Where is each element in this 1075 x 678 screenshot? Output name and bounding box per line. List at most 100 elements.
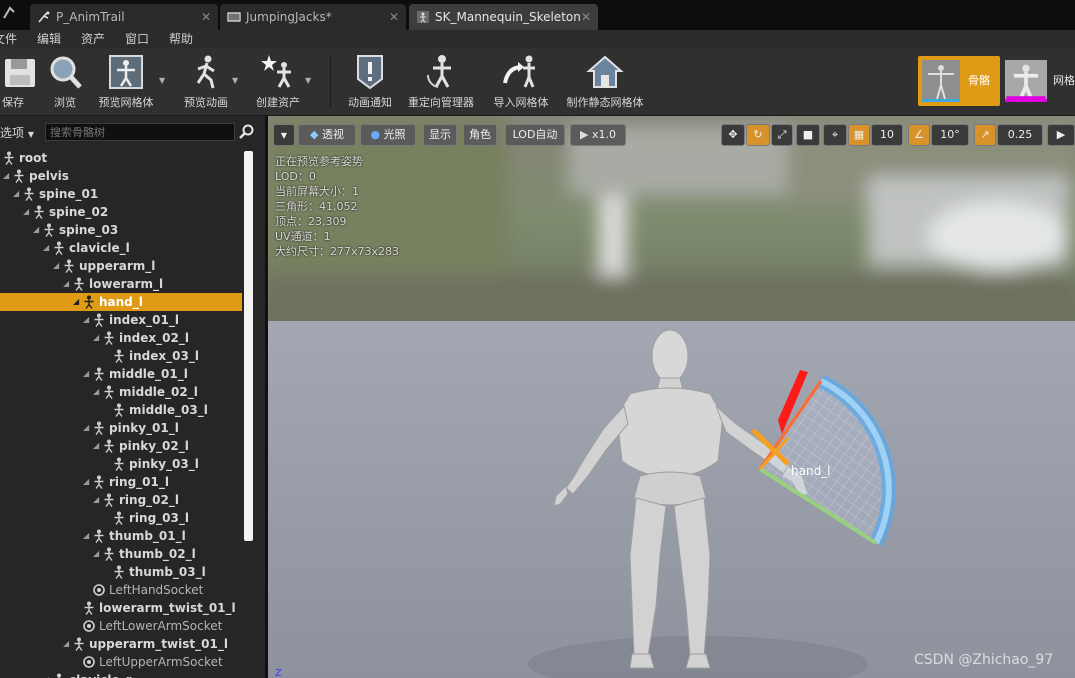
scale-snap-toggle[interactable]: ↗ (974, 124, 996, 146)
bone-tree-row[interactable]: ◢ upperarm_l (0, 257, 242, 275)
bone-tree-row[interactable]: ◢ spine_01 (0, 185, 242, 203)
expand-arrow-icon[interactable]: ◢ (63, 635, 69, 653)
save-button[interactable]: 保存 (0, 48, 36, 115)
create-asset-button[interactable]: 创建资产 (250, 48, 306, 115)
bone-tree-row[interactable]: ◢ pelvis (0, 167, 242, 185)
expand-arrow-icon[interactable]: ◢ (83, 365, 89, 383)
expand-arrow-icon[interactable]: ◢ (93, 491, 99, 509)
bone-tree-row[interactable]: ◢ index_01_l (0, 311, 242, 329)
perspective-button[interactable]: ◆ 透视 (298, 124, 356, 146)
bone-tree-row[interactable]: ◢ upperarm_twist_01_l (0, 635, 242, 653)
expand-arrow-icon[interactable]: ◢ (23, 203, 29, 221)
expand-arrow-icon[interactable]: ◢ (13, 185, 19, 203)
mode-mesh-button[interactable]: 网格 (1003, 56, 1075, 106)
bone-tree-row[interactable]: root (0, 149, 242, 167)
bone-tree-row[interactable]: ◢ thumb_02_l (0, 545, 242, 563)
close-icon[interactable]: ✕ (389, 4, 399, 30)
bone-tree-row[interactable]: ◢ lowerarm_l (0, 275, 242, 293)
bone-tree-row[interactable]: ◢ middle_02_l (0, 383, 242, 401)
close-icon[interactable]: ✕ (581, 4, 591, 30)
search-icon[interactable] (239, 124, 255, 140)
menu-help[interactable]: 帮助 (169, 30, 193, 48)
scale-snap-value[interactable]: 0.25 (997, 124, 1043, 146)
bone-tree-row[interactable]: ◢ ring_01_l (0, 473, 242, 491)
bone-tree-row[interactable]: lowerarm_twist_01_l (0, 599, 242, 617)
bone-tree-row[interactable]: middle_03_l (0, 401, 242, 419)
browse-button[interactable]: 浏览 (43, 48, 87, 115)
bone-tree-row[interactable]: pinky_03_l (0, 455, 242, 473)
search-bone-tree-input[interactable] (45, 123, 235, 141)
expand-arrow-icon[interactable]: ◢ (53, 257, 59, 275)
bone-tree-row[interactable]: ring_03_l (0, 509, 242, 527)
rotation-snap-toggle[interactable]: ∠ (908, 124, 930, 146)
tab-sk-mannequin-skeleton[interactable]: SK_Mannequin_Skeleton ✕ (409, 4, 598, 30)
menu-asset[interactable]: 资产 (81, 30, 105, 48)
character-button[interactable]: 角色 (463, 124, 497, 146)
close-icon[interactable]: ✕ (201, 4, 211, 30)
menu-edit[interactable]: 编辑 (37, 30, 61, 48)
lod-auto-button[interactable]: LOD自动 (505, 124, 565, 146)
chevron-down-icon[interactable]: ▼ (305, 76, 311, 85)
expand-arrow-icon[interactable]: ◢ (73, 293, 79, 311)
viewport[interactable]: Z ▼ ◆ 透视 ● 光照 显示 角色 LOD自动 ▶ x1.0 ✥ ↻ ⤢ ■… (268, 116, 1075, 678)
bone-tree-row[interactable]: ◢ index_02_l (0, 329, 242, 347)
playback-speed-button[interactable]: ▶ x1.0 (570, 124, 626, 146)
bone-tree-row[interactable]: ◢ pinky_02_l (0, 437, 242, 455)
bone-tree-row[interactable]: ◢ ring_02_l (0, 491, 242, 509)
expand-arrow-icon[interactable]: ◢ (93, 545, 99, 563)
grid-snap-toggle[interactable]: ▦ (848, 124, 870, 146)
bone-tree-row[interactable]: index_03_l (0, 347, 242, 365)
expand-arrow-icon[interactable]: ◢ (83, 527, 89, 545)
expand-arrow-icon[interactable]: ◢ (3, 167, 9, 185)
chevron-down-icon[interactable]: ▼ (159, 76, 165, 85)
expand-arrow-icon[interactable]: ◢ (43, 671, 49, 678)
camera-speed-button[interactable]: ▶ (1047, 124, 1075, 146)
expand-arrow-icon[interactable]: ◢ (43, 239, 49, 257)
local-world-toggle[interactable]: ■ (796, 124, 820, 146)
bone-tree-row[interactable]: ◢ hand_l (0, 293, 242, 311)
preview-animation-button[interactable]: 预览动画 (178, 48, 234, 115)
bone-tree-row[interactable]: ◢ thumb_01_l (0, 527, 242, 545)
expand-arrow-icon[interactable]: ◢ (93, 437, 99, 455)
make-static-mesh-button[interactable]: 制作静态网格体 (562, 48, 648, 115)
scale-tool-button[interactable]: ⤢ (771, 124, 793, 146)
bone-tree-row[interactable]: ◢ clavicle_l (0, 239, 242, 257)
grid-snap-value[interactable]: 10 (871, 124, 903, 146)
lit-button[interactable]: ● 光照 (360, 124, 416, 146)
tab-jumpingjacks[interactable]: JumpingJacks* ✕ (220, 4, 406, 30)
bone-tree-row[interactable]: ◢ pinky_01_l (0, 419, 242, 437)
preview-mesh-button[interactable]: 预览网格体 (94, 48, 158, 115)
scrollbar-thumb[interactable] (244, 151, 253, 541)
viewport-options-dropdown[interactable]: ▼ (273, 124, 295, 146)
socket-tree-row[interactable]: LeftHandSocket (0, 581, 242, 599)
menu-file[interactable]: 文件 (0, 30, 17, 48)
expand-arrow-icon[interactable]: ◢ (63, 275, 69, 293)
bone-tree-row[interactable]: ◢ spine_02 (0, 203, 242, 221)
bone-tree-row[interactable]: thumb_03_l (0, 563, 242, 581)
rotate-tool-button[interactable]: ↻ (746, 124, 770, 146)
menu-window[interactable]: 窗口 (125, 30, 149, 48)
expand-arrow-icon[interactable]: ◢ (93, 383, 99, 401)
socket-tree-row[interactable]: LeftLowerArmSocket (0, 617, 242, 635)
expand-arrow-icon[interactable]: ◢ (83, 311, 89, 329)
options-dropdown[interactable]: 选项 ▼ (0, 124, 34, 141)
chevron-down-icon[interactable]: ▼ (232, 76, 238, 85)
import-mesh-button[interactable]: 导入网格体 (489, 48, 553, 115)
translate-tool-button[interactable]: ✥ (721, 124, 745, 146)
bone-tree-row[interactable]: ◢ spine_03 (0, 221, 242, 239)
anim-notify-button[interactable]: 动画通知 (342, 48, 398, 115)
expand-arrow-icon[interactable]: ◢ (93, 329, 99, 347)
show-button[interactable]: 显示 (423, 124, 457, 146)
mode-skeleton-button[interactable]: 骨骼 (918, 56, 1000, 106)
bone-tree-row[interactable]: ◢ clavicle_r (0, 671, 242, 678)
expand-arrow-icon[interactable]: ◢ (83, 419, 89, 437)
surface-snap-button[interactable]: ⌖ (823, 124, 847, 146)
bone-tree-row[interactable]: ◢ middle_01_l (0, 365, 242, 383)
retarget-manager-button[interactable]: 重定向管理器 (403, 48, 479, 115)
expand-arrow-icon[interactable]: ◢ (33, 221, 39, 239)
expand-arrow-icon[interactable]: ◢ (83, 473, 89, 491)
rotation-snap-value[interactable]: 10° (931, 124, 969, 146)
socket-tree-row[interactable]: LeftUpperArmSocket (0, 653, 242, 671)
viewport-scene[interactable]: Z (268, 116, 1075, 678)
tab-p-animtrail[interactable]: P_AnimTrail ✕ (30, 4, 218, 30)
